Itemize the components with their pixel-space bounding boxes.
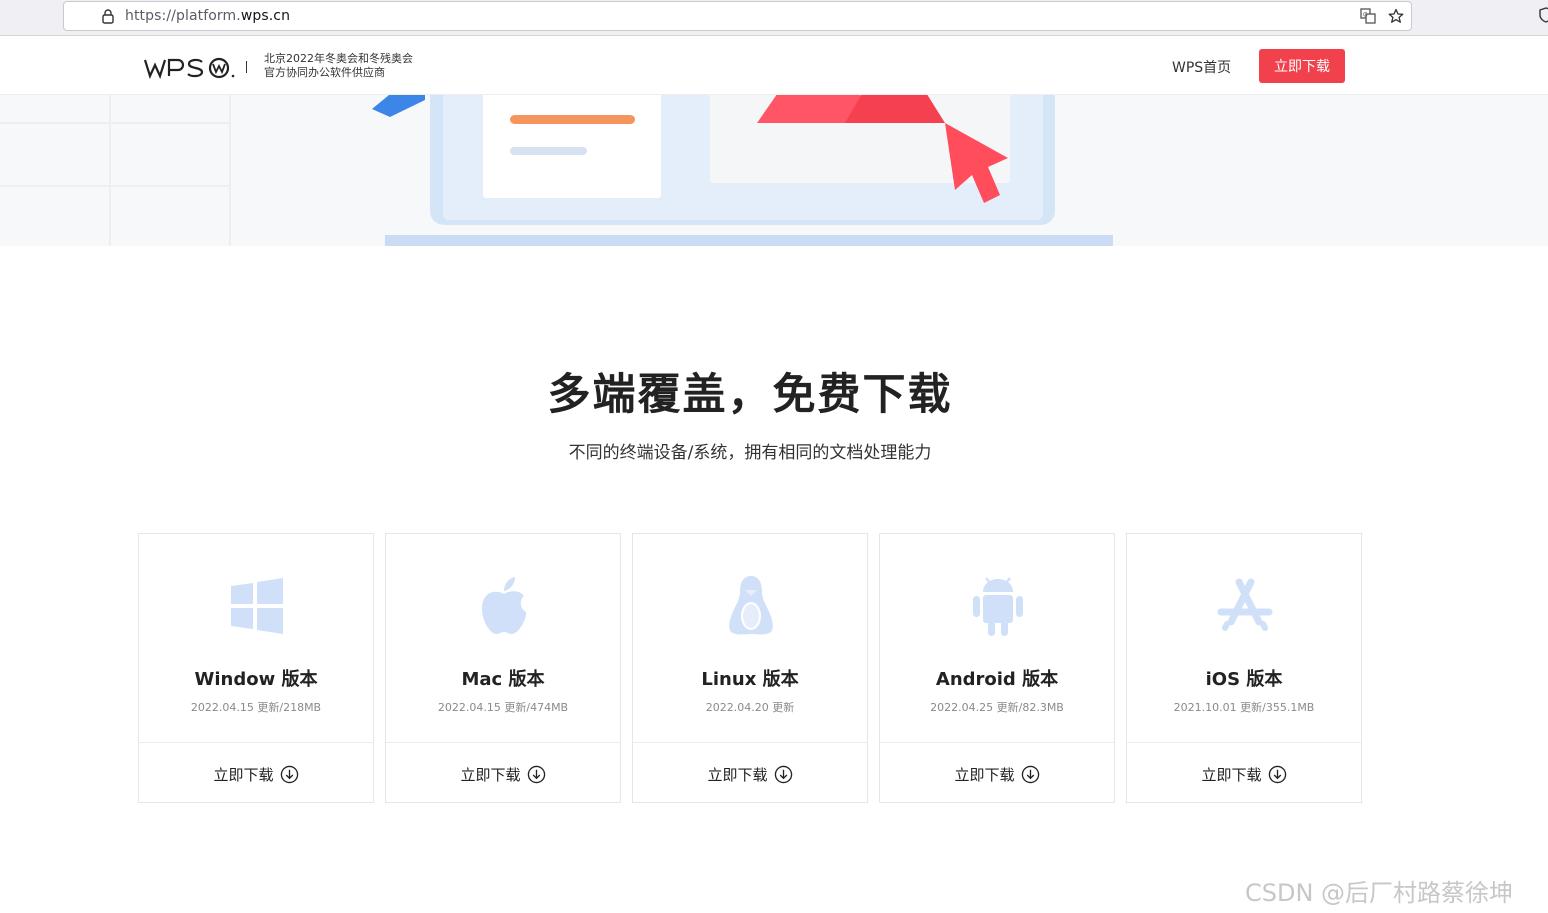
card-meta: 2022.04.20 更新 <box>705 701 795 714</box>
download-circle-icon <box>774 765 792 784</box>
card-title: Window 版本 <box>194 669 318 690</box>
apple-icon <box>481 577 527 634</box>
card-download-button[interactable]: 立即下载 <box>139 764 373 785</box>
nav-home-link[interactable]: WPS首页 <box>1172 57 1231 77</box>
hero-illustration <box>0 95 1548 246</box>
card-download-button[interactable]: 立即下载 <box>386 764 620 785</box>
download-circle-icon <box>280 765 298 784</box>
translate-icon[interactable]: G <box>1360 8 1376 24</box>
extension-shield-icon[interactable] <box>1538 7 1548 23</box>
download-circle-icon <box>1268 765 1286 784</box>
card-download-button[interactable]: 立即下载 <box>880 764 1114 785</box>
olympic-line-2: 官方协同办公软件供应商 <box>264 66 385 79</box>
card-meta: 2022.04.15 更新/218MB <box>190 701 322 714</box>
wps-logo[interactable] <box>143 57 236 83</box>
lock-icon[interactable] <box>100 8 116 24</box>
csdn-watermark: CSDN @后厂村路蔡徐坤 <box>1245 879 1514 907</box>
card-meta: 2022.04.15 更新/474MB <box>437 701 569 714</box>
nav-download-button[interactable]: 立即下载 <box>1259 49 1345 83</box>
address-bar[interactable]: https://platform.wps.cn G <box>63 1 1412 31</box>
card-download-label: 立即下载 <box>954 766 1015 784</box>
card-divider <box>1127 742 1361 743</box>
card-title: Android 版本 <box>935 669 1059 690</box>
card-download-button[interactable]: 立即下载 <box>633 764 867 785</box>
section-title: 多端覆盖，免费下载 <box>547 370 953 420</box>
download-card-windows: Window 版本 2022.04.15 更新/218MB 立即下载 <box>138 533 374 803</box>
olympic-sponsor-text: 北京2022年冬奥会和冬残奥会 官方协同办公软件供应商 <box>264 52 413 80</box>
download-card-ios: iOS 版本 2021.10.01 更新/355.1MB 立即下载 <box>1126 533 1362 803</box>
url-text[interactable]: https://platform.wps.cn <box>125 8 290 24</box>
download-card-mac: Mac 版本 2022.04.15 更新/474MB 立即下载 <box>385 533 621 803</box>
download-card-android: Android 版本 2022.04.25 更新/82.3MB 立即下载 <box>879 533 1115 803</box>
wps-logo-mark <box>143 57 235 80</box>
section-subtitle: 不同的终端设备/系统，拥有相同的文档处理能力 <box>568 443 932 463</box>
card-download-label: 立即下载 <box>213 766 274 784</box>
site-header: 北京2022年冬奥会和冬残奥会 官方协同办公软件供应商 WPS首页 立即下载 <box>0 37 1548 95</box>
card-download-label: 立即下载 <box>460 766 521 784</box>
bookmark-star-icon[interactable] <box>1388 8 1404 24</box>
card-divider <box>139 742 373 743</box>
svg-text:G: G <box>1363 12 1368 19</box>
olympic-line-1: 北京2022年冬奥会和冬残奥会 <box>264 52 413 65</box>
card-download-label: 立即下载 <box>707 766 768 784</box>
linux-penguin-icon <box>729 576 773 635</box>
card-title: Mac 版本 <box>461 669 545 690</box>
download-circle-icon <box>527 765 545 784</box>
card-meta: 2022.04.25 更新/82.3MB <box>930 701 1064 714</box>
download-card-linux: Linux 版本 2022.04.20 更新 立即下载 <box>632 533 868 803</box>
hero-graphic <box>0 95 1113 246</box>
card-divider <box>386 742 620 743</box>
card-divider <box>633 742 867 743</box>
card-title: iOS 版本 <box>1205 669 1283 690</box>
card-download-label: 立即下载 <box>1201 766 1262 784</box>
card-meta: 2021.10.01 更新/355.1MB <box>1173 701 1315 714</box>
card-divider <box>880 742 1114 743</box>
logo-separator <box>246 61 247 73</box>
windows-icon <box>231 578 283 634</box>
card-title: Linux 版本 <box>701 669 799 690</box>
download-circle-icon <box>1021 765 1039 784</box>
card-download-button[interactable]: 立即下载 <box>1127 764 1361 785</box>
app-store-icon <box>1217 578 1273 631</box>
android-icon <box>973 577 1023 636</box>
browser-toolbar: https://platform.wps.cn G <box>0 0 1548 36</box>
